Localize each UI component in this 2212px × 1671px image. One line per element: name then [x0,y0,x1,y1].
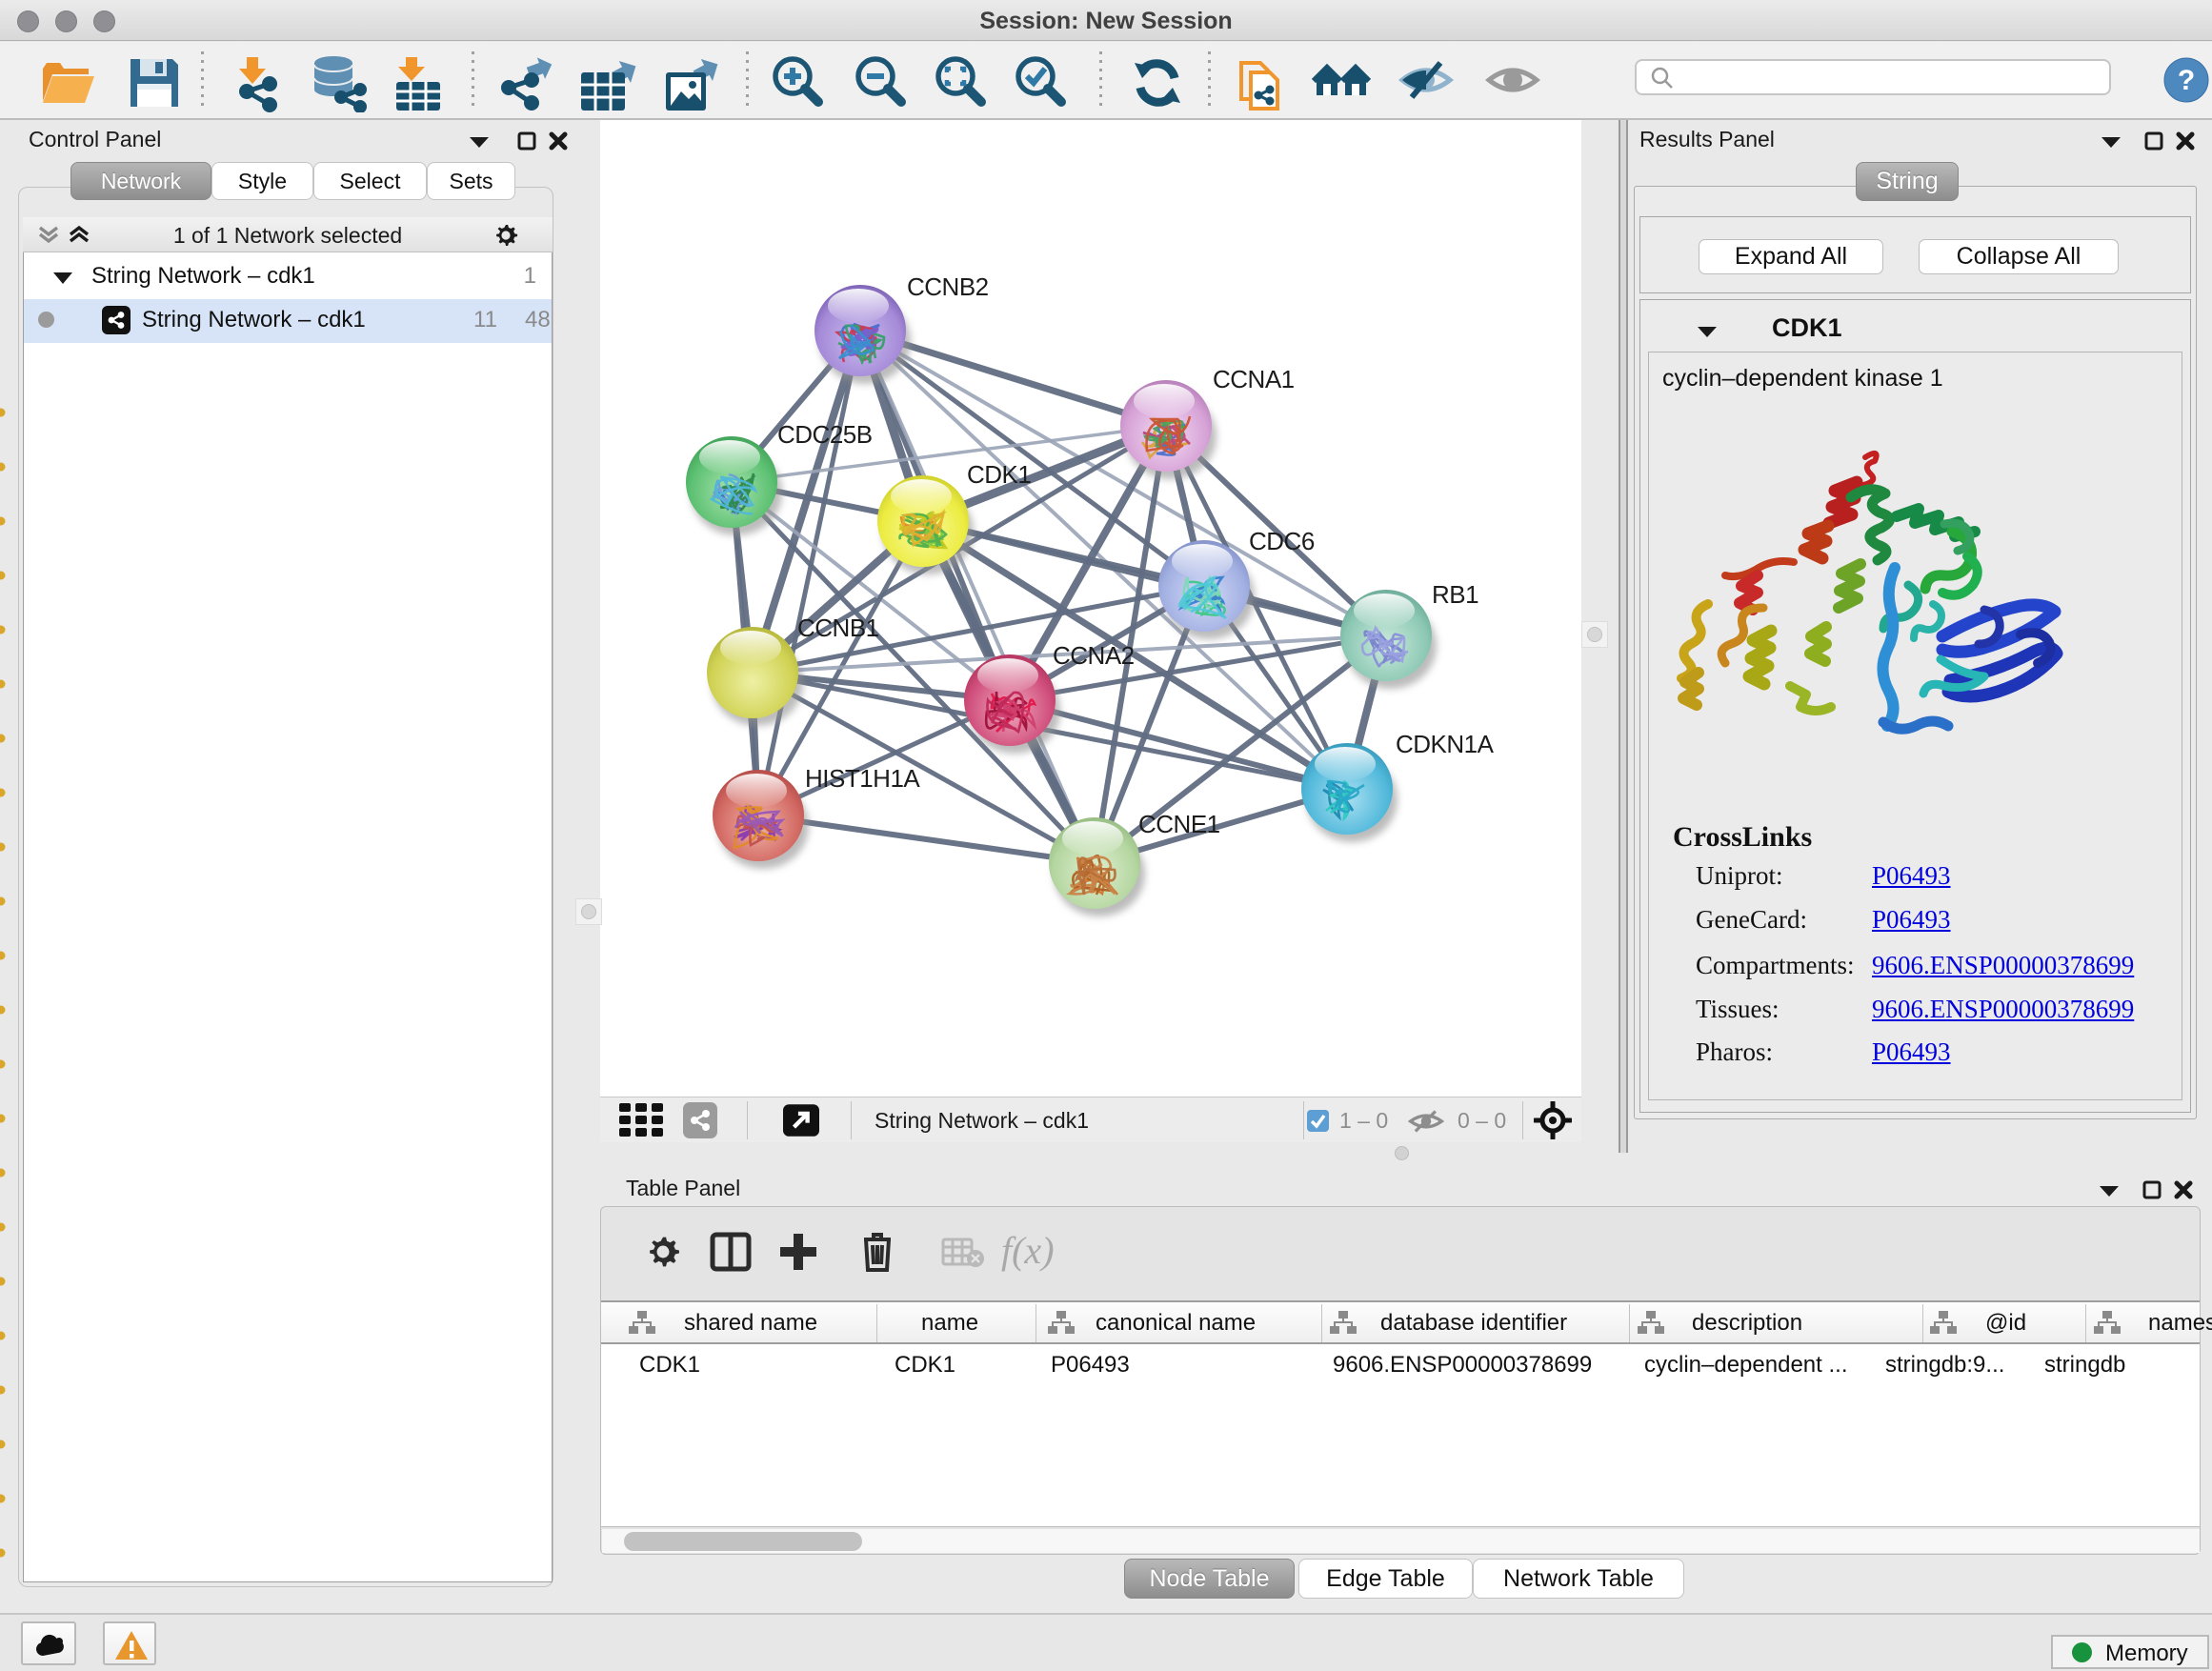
svg-text:CCNE1: CCNE1 [1138,810,1220,838]
svg-text:CCNA1: CCNA1 [1213,365,1295,393]
svg-text:CDC25B: CDC25B [777,420,873,449]
svg-text:CCNA2: CCNA2 [1053,641,1135,670]
svg-text:?: ? [2178,65,2195,96]
svg-text:CCNB1: CCNB1 [797,614,879,642]
svg-text:CCNB2: CCNB2 [907,272,989,301]
svg-text:CDKN1A: CDKN1A [1396,730,1495,758]
svg-text:CDC6: CDC6 [1249,527,1315,555]
svg-text:HIST1H1A: HIST1H1A [805,764,920,793]
svg-text:CDK1: CDK1 [967,460,1031,489]
svg-text:RB1: RB1 [1432,580,1478,609]
